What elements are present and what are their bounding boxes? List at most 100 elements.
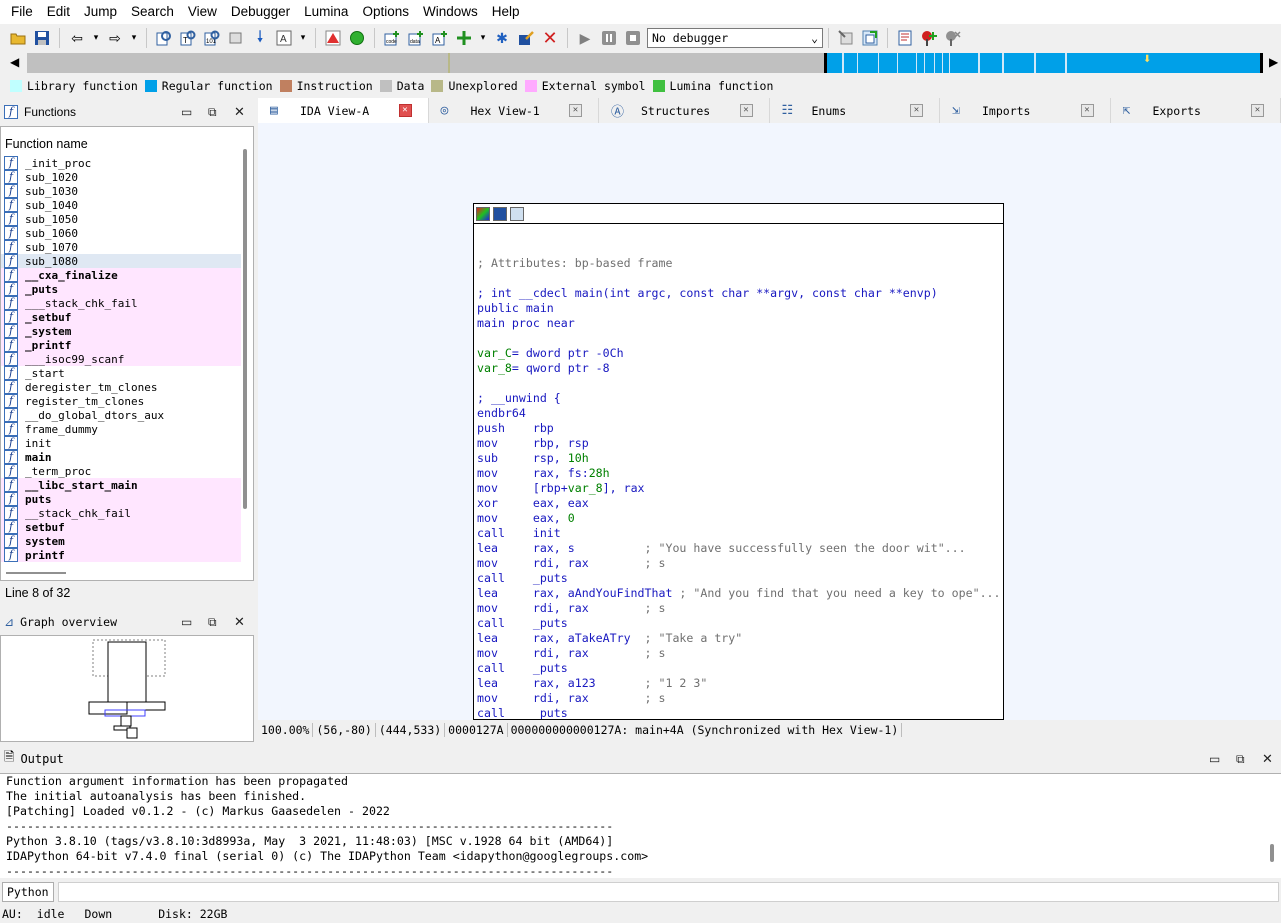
menu-item-view[interactable]: View	[181, 0, 224, 24]
create-data-icon[interactable]: data	[406, 28, 426, 48]
disassembly-code[interactable]: ; Attributes: bp-based frame ; int __cdec…	[477, 256, 1001, 719]
code-line[interactable]: ; __unwind {	[477, 391, 1001, 406]
create-code-icon[interactable]: code	[382, 28, 402, 48]
function-list-item[interactable]: f register_tm_clones	[1, 394, 241, 408]
node-color-icon[interactable]	[476, 206, 490, 221]
code-line[interactable]: endbr64	[477, 406, 1001, 421]
jump-down-icon[interactable]: 🠗	[250, 28, 270, 48]
menu-item-windows[interactable]: Windows	[416, 0, 485, 24]
nav-left-arrow-icon[interactable]: ◀	[10, 55, 19, 69]
code-line[interactable]: sub rsp, 10h	[477, 451, 1001, 466]
function-list-item[interactable]: f _puts	[1, 282, 241, 296]
nav-right-arrow-icon[interactable]: ▶	[1269, 55, 1278, 69]
function-list-item[interactable]: f __libc_start_main	[1, 478, 241, 492]
navigation-band[interactable]: ◀ ⬇ ▶	[0, 51, 1281, 75]
tab-close-icon[interactable]: ✕	[398, 104, 412, 117]
search-text-icon[interactable]: T	[178, 28, 198, 48]
code-line[interactable]: call _puts	[477, 661, 1001, 676]
search-binary-icon[interactable]	[154, 28, 174, 48]
restore-icon[interactable]: ⧉	[1236, 752, 1245, 767]
node-group-icon[interactable]	[510, 206, 524, 221]
function-list-item[interactable]: f printf	[1, 548, 241, 562]
forward-dropdown-icon[interactable]: ▾	[129, 28, 139, 48]
tab-enums[interactable]: ☷ Enums ✕	[770, 98, 940, 123]
graph-overview[interactable]	[0, 635, 254, 742]
green-circle-icon[interactable]	[347, 28, 367, 48]
graph-node-main[interactable]: ; Attributes: bp-based frame ; int __cdec…	[473, 203, 1004, 720]
output-scrollbar[interactable]	[1270, 844, 1274, 862]
function-list-item[interactable]: f sub_1020	[1, 170, 241, 184]
code-line[interactable]: call _puts	[477, 706, 1001, 719]
menu-item-help[interactable]: Help	[485, 0, 527, 24]
open-folder-icon[interactable]	[8, 28, 28, 48]
function-list-item[interactable]: f _term_proc	[1, 464, 241, 478]
add-breakpoint-icon[interactable]	[919, 28, 939, 48]
menu-item-search[interactable]: Search	[124, 0, 181, 24]
code-line[interactable]: mov eax, 0	[477, 511, 1001, 526]
code-line[interactable]	[477, 331, 1001, 346]
restore-icon[interactable]: ⧉	[208, 105, 217, 120]
code-line[interactable]: main proc near	[477, 316, 1001, 331]
step-debug-icon[interactable]	[860, 28, 880, 48]
minimize-icon[interactable]: ▭	[181, 105, 192, 119]
code-line[interactable]: mov rdi, rax ; s	[477, 691, 1001, 706]
remove-breakpoint-icon[interactable]	[943, 28, 963, 48]
minimize-icon[interactable]: ▭	[181, 615, 192, 629]
text-format-icon[interactable]: A	[274, 28, 294, 48]
code-line[interactable]: mov rdi, rax ; s	[477, 646, 1001, 661]
tab-close-icon[interactable]: ✕	[910, 104, 923, 117]
python-language-button[interactable]: Python	[2, 882, 54, 902]
function-list-item[interactable]: f sub_1080	[1, 254, 241, 268]
function-list-item[interactable]: f _printf	[1, 338, 241, 352]
code-line[interactable]: lea rax, aTakeATry ; "Take a try"	[477, 631, 1001, 646]
edit-icon[interactable]	[516, 28, 536, 48]
function-list-item[interactable]: f __stack_chk_fail	[1, 506, 241, 520]
search-next-icon[interactable]	[226, 28, 246, 48]
code-line[interactable]: mov rbp, rsp	[477, 436, 1001, 451]
code-line[interactable]: push rbp	[477, 421, 1001, 436]
code-line[interactable]: xor eax, eax	[477, 496, 1001, 511]
code-line[interactable]: var_C= dword ptr -0Ch	[477, 346, 1001, 361]
code-line[interactable]: mov rax, fs:28h	[477, 466, 1001, 481]
save-icon[interactable]	[32, 28, 52, 48]
tab-imports[interactable]: ⇲ Imports ✕	[940, 98, 1111, 123]
function-list-item[interactable]: f __cxa_finalize	[1, 268, 241, 282]
navigation-strip[interactable]: ⬇	[27, 53, 1263, 73]
function-list-item[interactable]: f main	[1, 450, 241, 464]
search-immediate-icon[interactable]: 101	[202, 28, 222, 48]
code-line[interactable]: mov [rbp+var_8], rax	[477, 481, 1001, 496]
menu-item-file[interactable]: File	[4, 0, 40, 24]
menu-item-options[interactable]: Options	[355, 0, 416, 24]
restore-icon[interactable]: ⧉	[208, 615, 217, 630]
tab-structures[interactable]: Ⓐ Structures ✕	[599, 98, 770, 123]
function-list-item[interactable]: f _init_proc	[1, 156, 241, 170]
function-list-item[interactable]: f sub_1030	[1, 184, 241, 198]
node-edit-icon[interactable]	[493, 206, 507, 221]
function-name-column-header[interactable]: Function name	[5, 137, 88, 151]
code-line[interactable]: call init	[477, 526, 1001, 541]
code-line[interactable]: lea rax, aAndYouFindThat ; "And you find…	[477, 586, 1001, 601]
close-icon[interactable]: ✕	[1262, 751, 1273, 767]
function-list-item[interactable]: f frame_dummy	[1, 422, 241, 436]
tab-close-icon[interactable]: ✕	[1080, 104, 1094, 117]
function-list-hscrollbar[interactable]	[6, 572, 66, 574]
create-struct-icon[interactable]	[454, 28, 474, 48]
notes-icon[interactable]	[895, 28, 915, 48]
close-icon[interactable]: ✕	[234, 104, 245, 120]
close-icon[interactable]: ✕	[234, 614, 245, 630]
struct-dropdown-icon[interactable]: ▾	[478, 28, 488, 48]
code-line[interactable]: ; int __cdecl main(int argc, const char …	[477, 286, 1001, 301]
function-list-item[interactable]: f sub_1070	[1, 240, 241, 254]
code-line[interactable]: mov rdi, rax ; s	[477, 601, 1001, 616]
warning-icon[interactable]	[323, 28, 343, 48]
function-list-item[interactable]: f puts	[1, 492, 241, 506]
code-line[interactable]	[477, 271, 1001, 286]
function-list-item[interactable]: f ___isoc99_scanf	[1, 352, 241, 366]
menu-item-jump[interactable]: Jump	[77, 0, 124, 24]
menu-item-lumina[interactable]: Lumina	[297, 0, 355, 24]
delete-icon[interactable]: ✕	[540, 28, 560, 48]
code-line[interactable]: call _puts	[477, 571, 1001, 586]
python-command-input[interactable]	[57, 882, 1279, 902]
function-list-item[interactable]: f _system	[1, 324, 241, 338]
menu-item-edit[interactable]: Edit	[40, 0, 77, 24]
